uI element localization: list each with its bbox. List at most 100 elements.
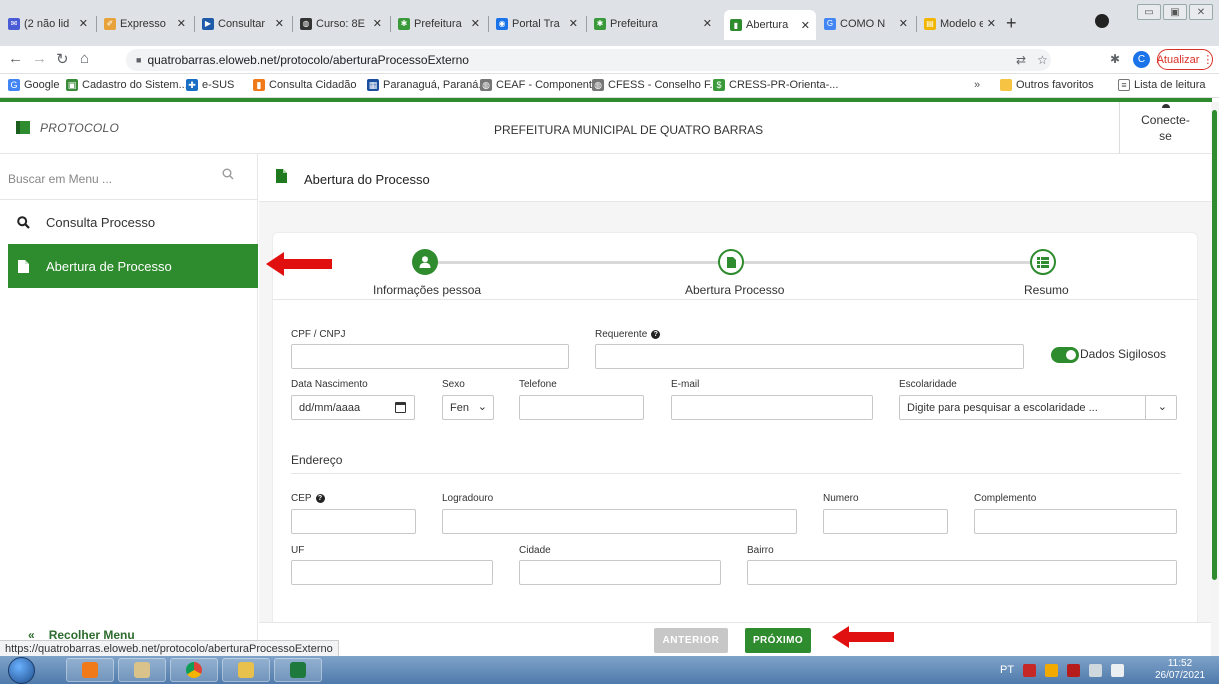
- bookmark-star-icon[interactable]: ☆: [1037, 53, 1048, 67]
- page-scrollbar-thumb[interactable]: [1212, 110, 1217, 580]
- windows-start-icon[interactable]: [8, 657, 35, 684]
- url-input[interactable]: ■ quatrobarras.eloweb.net/protocolo/aber…: [126, 49, 1051, 71]
- bookmark-label: Consulta Cidadão: [269, 79, 357, 91]
- browser-tab[interactable]: ◍ Curso: 8E ✕: [294, 10, 388, 37]
- user-icon: [1161, 104, 1170, 108]
- phone-label: Telefone: [519, 379, 557, 390]
- taskbar-app-excel[interactable]: [274, 658, 322, 682]
- volume-muted-icon[interactable]: [1111, 663, 1125, 677]
- close-tab-icon[interactable]: ✕: [275, 17, 284, 30]
- calendar-icon[interactable]: [395, 402, 406, 413]
- phone-input[interactable]: [519, 395, 644, 420]
- close-tab-icon[interactable]: ✕: [79, 17, 88, 30]
- sidebar-item-abertura-processo[interactable]: Abertura de Processo: [8, 244, 258, 288]
- education-select[interactable]: Digite para pesquisar a escolaridade ...…: [899, 395, 1177, 420]
- browser-tab[interactable]: ✱ Prefeitura ✕: [392, 10, 486, 37]
- step-process-opening[interactable]: [718, 249, 744, 275]
- close-tab-icon[interactable]: ✕: [569, 17, 578, 30]
- profile-avatar[interactable]: C: [1133, 51, 1150, 68]
- browser-tab[interactable]: ▶ Consultar ✕: [196, 10, 290, 37]
- close-tab-icon[interactable]: ✕: [801, 19, 810, 32]
- city-input[interactable]: [519, 560, 721, 585]
- bookmark-item[interactable]: ✚ e-SUS: [186, 79, 234, 91]
- browser-tab[interactable]: G COMO N ✕: [818, 10, 914, 37]
- pdf-tray-icon[interactable]: [1023, 663, 1037, 677]
- close-tab-icon[interactable]: ✕: [471, 17, 480, 30]
- browser-tab[interactable]: ✱ Prefeitura ✕: [588, 10, 718, 37]
- help-icon[interactable]: ?: [315, 494, 325, 503]
- bookmark-item[interactable]: $ CRESS-PR-Orienta-...: [713, 79, 838, 91]
- street-label-text: Logradouro: [442, 493, 494, 504]
- close-tab-icon[interactable]: ✕: [373, 17, 382, 30]
- browser-tab[interactable]: ▮ Abertura ✕: [724, 10, 816, 40]
- next-button[interactable]: PRÓXIMO: [745, 628, 811, 653]
- minimize-button[interactable]: ▭: [1137, 4, 1161, 20]
- maximize-button[interactable]: ▣: [1163, 4, 1187, 20]
- number-label: Numero: [823, 493, 859, 504]
- close-tab-icon[interactable]: ✕: [987, 17, 996, 30]
- other-favorites-folder[interactable]: Outros favoritos: [1000, 79, 1094, 91]
- organization-title: PREFEITURA MUNICIPAL DE QUATRO BARRAS: [494, 123, 764, 137]
- search-icon[interactable]: [222, 168, 234, 183]
- reading-list-button[interactable]: ≡ Lista de leitura: [1118, 79, 1206, 91]
- close-tab-icon[interactable]: ✕: [177, 17, 186, 30]
- update-browser-button[interactable]: Atualizar ⋮: [1157, 49, 1213, 70]
- bookmark-item[interactable]: ▦ Paranaguá, Paraná...: [367, 79, 488, 91]
- step-personal-info[interactable]: [412, 249, 438, 275]
- menu-search-input[interactable]: Buscar em Menu ...: [0, 154, 258, 200]
- connect-label-line1: Conecte-: [1141, 112, 1190, 127]
- bookmark-item[interactable]: G Google: [8, 79, 59, 91]
- previous-button[interactable]: ANTERIOR: [654, 628, 728, 653]
- extensions-icon[interactable]: ✱: [1110, 52, 1120, 66]
- confidential-data-label: Dados Sigilosos: [1080, 347, 1167, 361]
- browser-tab[interactable]: ▤ Modelo e ✕: [918, 10, 1002, 37]
- confidential-data-toggle[interactable]: [1051, 347, 1079, 363]
- network-icon[interactable]: [1089, 663, 1103, 677]
- close-tab-icon[interactable]: ✕: [899, 17, 908, 30]
- close-tab-icon[interactable]: ✕: [703, 17, 712, 30]
- cpf-cnpj-input[interactable]: [291, 344, 569, 369]
- district-input[interactable]: [747, 560, 1177, 585]
- uf-input[interactable]: [291, 560, 493, 585]
- bookmark-item[interactable]: ▣ Cadastro do Sistem...: [66, 79, 188, 91]
- language-indicator[interactable]: PT: [1000, 664, 1014, 676]
- sex-label: Sexo: [442, 379, 465, 390]
- java-tray-icon[interactable]: [1045, 663, 1059, 677]
- bookmark-item[interactable]: ▮ Consulta Cidadão: [253, 79, 356, 91]
- street-input[interactable]: [442, 509, 797, 534]
- forward-icon[interactable]: →: [32, 50, 47, 67]
- email-input[interactable]: [671, 395, 873, 420]
- browser-tab[interactable]: ◉ Portal Tra ✕: [490, 10, 584, 37]
- new-tab-button[interactable]: +: [1006, 13, 1017, 34]
- translate-icon[interactable]: ⇄: [1016, 53, 1026, 67]
- browser-tab[interactable]: ✐ Expresso ✕: [98, 10, 192, 37]
- back-icon[interactable]: ←: [8, 50, 23, 67]
- connect-button[interactable]: Conecte- se: [1119, 102, 1211, 154]
- birthdate-input[interactable]: dd/mm/aaaa: [291, 395, 415, 420]
- number-input[interactable]: [823, 509, 948, 534]
- complement-input[interactable]: [974, 509, 1177, 534]
- close-window-button[interactable]: ✕: [1189, 4, 1213, 20]
- birthdate-label: Data Nascimento: [291, 379, 368, 390]
- taskbar-app-explorer[interactable]: [118, 658, 166, 682]
- reload-icon[interactable]: ↻: [56, 50, 69, 68]
- taskbar-app-chrome[interactable]: [170, 658, 218, 682]
- taskbar-app-media-player[interactable]: [66, 658, 114, 682]
- requerente-input[interactable]: [595, 344, 1024, 369]
- app-tray-icon[interactable]: [1067, 663, 1081, 677]
- sex-select[interactable]: Fen ⌄: [442, 395, 494, 420]
- browser-tab[interactable]: ✉ (2 não lid ✕: [2, 10, 94, 37]
- cep-input[interactable]: [291, 509, 416, 534]
- bookmarks-overflow-button[interactable]: »: [974, 79, 980, 91]
- home-icon[interactable]: ⌂: [80, 50, 89, 67]
- system-clock[interactable]: 11:52 26/07/2021: [1150, 658, 1210, 682]
- taskbar-app-folder[interactable]: [222, 658, 270, 682]
- profile-menu-icon[interactable]: [1095, 14, 1109, 28]
- help-icon[interactable]: ?: [651, 330, 661, 339]
- bookmark-item[interactable]: ◍ CEAF - Component...: [480, 79, 601, 91]
- sidebar-item-consulta-processo[interactable]: Consulta Processo: [8, 200, 258, 244]
- chevron-down-icon[interactable]: ⌄: [1158, 400, 1167, 413]
- bookmark-item[interactable]: ◍ CFESS - Conselho F...: [592, 79, 719, 91]
- tab-title: Modelo e: [940, 17, 983, 30]
- step-summary[interactable]: [1030, 249, 1056, 275]
